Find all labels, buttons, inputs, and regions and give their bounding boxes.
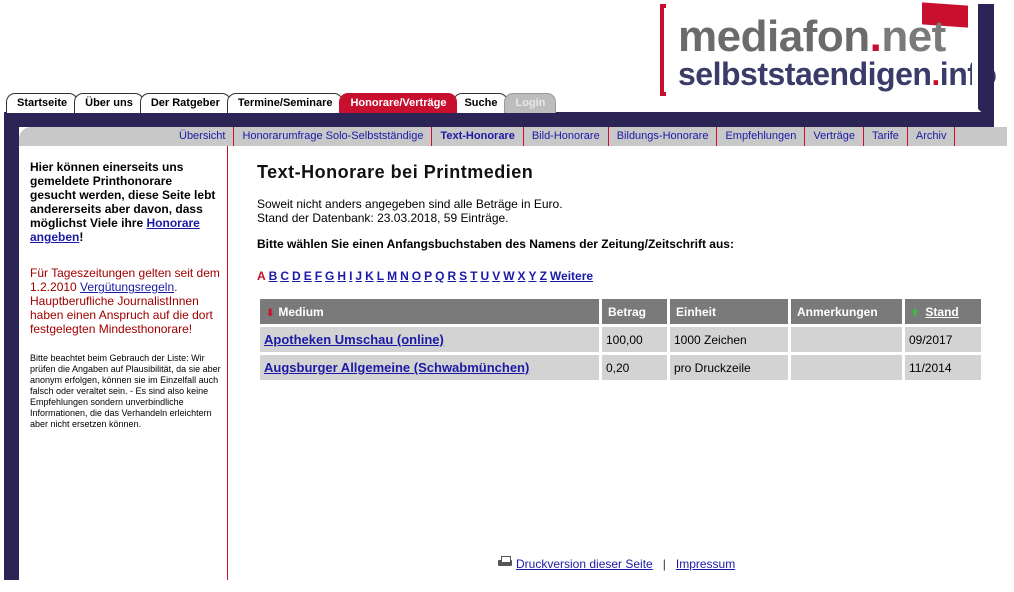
letter-j[interactable]: J: [355, 269, 362, 283]
page-title: Text-Honorare bei Printmedien: [257, 162, 534, 182]
letter-i[interactable]: I: [349, 269, 352, 283]
tab-ueber-uns[interactable]: Über uns: [74, 93, 144, 113]
sort-desc-icon: ⬇: [266, 307, 275, 319]
letter-y[interactable]: Y: [529, 269, 537, 283]
cell-anmerkungen: [791, 355, 902, 380]
table-header-row: ⬇ Medium Betrag Einheit Anmerkungen ⬆ Stan…: [260, 299, 981, 324]
subnav-tarife[interactable]: Tarife: [864, 127, 908, 146]
letter-r[interactable]: R: [447, 269, 456, 283]
subnav-text-honorare[interactable]: Text-Honorare: [432, 127, 524, 146]
frame-top-bar: [4, 112, 994, 127]
sub-navigation: Übersicht Honorarumfrage Solo-Selbststän…: [19, 127, 1007, 146]
letter-f[interactable]: F: [315, 269, 322, 283]
letter-w[interactable]: W: [503, 269, 514, 283]
tab-login[interactable]: Login: [504, 93, 557, 113]
subnav-vertraege[interactable]: Verträge: [805, 127, 864, 146]
sidebar-tageszeitungen: Für Tageszeitungen gelten seit dem 1.2.2…: [30, 266, 220, 336]
letter-q[interactable]: Q: [435, 269, 444, 283]
cell-einheit: pro Druckzeile: [670, 355, 788, 380]
letter-weitere[interactable]: Weitere: [550, 269, 593, 283]
medium-link[interactable]: Augsburger Allgemeine (Schwabmünchen): [264, 360, 529, 375]
letter-b[interactable]: B: [269, 269, 278, 283]
medium-link[interactable]: Apotheken Umschau (online): [264, 332, 444, 347]
cell-einheit: 1000 Zeichen: [670, 327, 788, 352]
sidebar: Hier können einerseits uns gemeldete Pri…: [19, 146, 228, 580]
tab-der-ratgeber[interactable]: Der Ratgeber: [139, 93, 231, 113]
cell-betrag: 0,20: [602, 355, 667, 380]
letter-o[interactable]: O: [412, 269, 421, 283]
print-version-link[interactable]: Druckversion dieser Seite: [516, 557, 653, 571]
col-stand[interactable]: ⬆ Stand: [905, 299, 981, 324]
letter-p[interactable]: P: [424, 269, 432, 283]
letter-e[interactable]: E: [304, 269, 312, 283]
subnav-honorarumfrage[interactable]: Honorarumfrage Solo-Selbstständige: [234, 127, 433, 146]
footer-separator: |: [662, 556, 666, 571]
impressum-link[interactable]: Impressum: [676, 557, 735, 571]
letter-z[interactable]: Z: [540, 269, 547, 283]
subnav-bildungs-honorare[interactable]: Bildungs-Honorare: [609, 127, 718, 146]
letter-c[interactable]: C: [280, 269, 289, 283]
cell-stand: 11/2014: [905, 355, 981, 380]
subnav-empfehlungen[interactable]: Empfehlungen: [717, 127, 806, 146]
cell-anmerkungen: [791, 327, 902, 352]
cell-stand: 09/2017: [905, 327, 981, 352]
verguetungsregeln-link[interactable]: Vergütungsregeln: [80, 280, 174, 294]
site-logo[interactable]: mediafon.net selbststaendigen.info: [660, 2, 997, 96]
sort-stand-link[interactable]: Stand: [925, 305, 958, 319]
letter-m[interactable]: M: [387, 269, 397, 283]
frame-left-bar: [4, 112, 19, 580]
main-tabs: Startseite Über uns Der Ratgeber Termine…: [6, 93, 557, 113]
cell-medium: Augsburger Allgemeine (Schwabmünchen): [260, 355, 599, 380]
main-content: Text-Honorare bei Printmedien Soweit nic…: [257, 146, 977, 283]
letter-h[interactable]: H: [337, 269, 346, 283]
choose-letter-prompt: Bitte wählen Sie einen Anfangsbuchstaben…: [257, 237, 734, 251]
tab-termine-seminare[interactable]: Termine/Seminare: [226, 93, 344, 113]
subnav-uebersicht[interactable]: Übersicht: [171, 127, 235, 146]
table-row: Augsburger Allgemeine (Schwabmünchen) 0,…: [260, 355, 981, 380]
printer-icon: [498, 556, 512, 568]
col-medium[interactable]: ⬇ Medium: [260, 299, 599, 324]
letter-x[interactable]: X: [518, 269, 526, 283]
letter-k[interactable]: K: [365, 269, 374, 283]
cell-betrag: 100,00: [602, 327, 667, 352]
sidebar-intro: Hier können einerseits uns gemeldete Pri…: [30, 160, 216, 244]
sort-asc-icon: ⬆: [911, 307, 920, 319]
letter-g[interactable]: G: [325, 269, 334, 283]
tab-startseite[interactable]: Startseite: [6, 93, 79, 113]
info-text: Soweit nicht anders angegeben sind alle …: [257, 197, 563, 225]
tab-suche[interactable]: Suche: [453, 93, 509, 113]
letter-a[interactable]: A: [257, 269, 266, 283]
logo-line-2: selbststaendigen.info: [678, 56, 997, 92]
subnav-archiv[interactable]: Archiv: [908, 127, 956, 146]
logo-line-1: mediafon.net: [678, 12, 946, 61]
subnav-bild-honorare[interactable]: Bild-Honorare: [524, 127, 609, 146]
sidebar-note: Bitte beachtet beim Gebrauch der Liste: …: [30, 353, 221, 429]
letter-t[interactable]: T: [470, 269, 477, 283]
letter-n[interactable]: N: [400, 269, 409, 283]
letter-d[interactable]: D: [292, 269, 301, 283]
table-row: Apotheken Umschau (online) 100,00 1000 Z…: [260, 327, 981, 352]
page: mediafon.net selbststaendigen.info Start…: [0, 0, 1014, 592]
col-betrag: Betrag: [602, 299, 667, 324]
col-anmerkungen: Anmerkungen: [791, 299, 902, 324]
alphabet-filter: A B C D E F G H I J K L M N O P Q R S T U V W X Y Z Weitere: [257, 269, 977, 283]
honorar-table: ⬇ Medium Betrag Einheit Anmerkungen ⬆ Stan…: [257, 296, 984, 383]
cell-medium: Apotheken Umschau (online): [260, 327, 599, 352]
letter-s[interactable]: S: [459, 269, 467, 283]
tab-honorare-vertraege[interactable]: Honorare/Verträge: [339, 93, 458, 113]
col-einheit: Einheit: [670, 299, 788, 324]
letter-u[interactable]: U: [481, 269, 490, 283]
letter-v[interactable]: V: [492, 269, 500, 283]
letter-l[interactable]: L: [377, 269, 384, 283]
frame-right-cap: [972, 4, 994, 114]
footer: Druckversion dieser Seite | Impressum: [498, 556, 735, 571]
logo-bracket-left: [660, 4, 666, 96]
